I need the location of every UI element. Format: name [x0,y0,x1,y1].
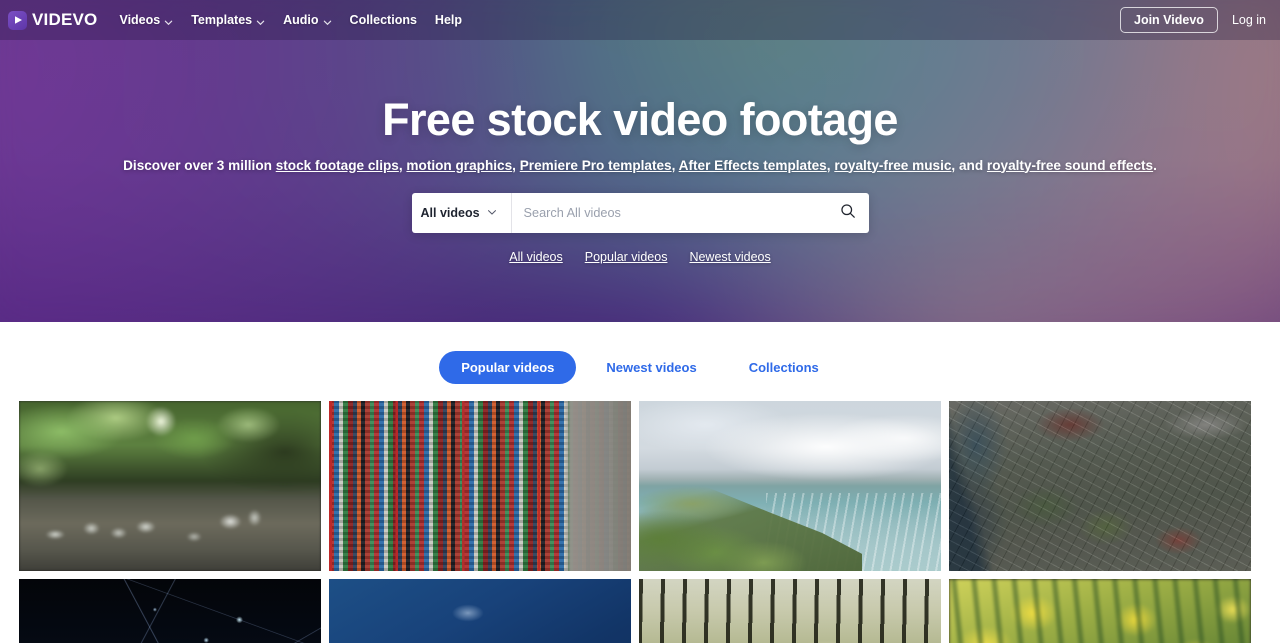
link-premiere-pro-templates[interactable]: Premiere Pro templates [520,158,672,173]
hero-section: VIDEVO Videos Templates Audio Collection… [0,0,1280,322]
video-card[interactable] [329,401,631,571]
video-card[interactable] [19,401,321,571]
link-motion-graphics[interactable]: motion graphics [406,158,512,173]
search-bar: All videos [411,192,869,233]
chevron-down-icon [323,16,332,25]
nav-item-help[interactable]: Help [435,13,462,27]
chevron-down-icon [164,16,173,25]
join-videvo-button[interactable]: Join Videvo [1120,7,1218,33]
link-royalty-free-sound-effects[interactable]: royalty-free sound effects [987,158,1153,173]
nav-item-label: Videos [119,13,161,27]
nav-item-label: Audio [283,13,319,27]
tab-collections[interactable]: Collections [727,351,841,384]
separator: , [671,157,679,173]
video-thumbnail-aerial-city-campus-by-river [949,401,1251,571]
nav-item-audio[interactable]: Audio [283,13,331,27]
period: . [1153,157,1157,173]
video-thumbnail-yellow-daffodil-flowers [949,579,1251,643]
video-thumbnail-coastal-cliffs-and-ocean [639,401,941,571]
search-category-dropdown[interactable]: All videos [412,192,512,233]
chevron-down-icon [256,16,265,25]
nav-item-label: Help [434,13,463,27]
play-triangle-icon [8,10,27,30]
nav-links: Videos Templates Audio Collections Help [119,13,462,27]
separator: , [512,157,520,173]
hero-subtitle: Discover over 3 million stock footage cl… [0,158,1280,173]
nav-item-label: Collections [349,13,417,27]
nav-item-templates[interactable]: Templates [191,13,265,27]
video-card[interactable] [19,579,321,643]
video-thumbnail-sunlight-through-forest-trees [639,579,941,643]
video-card[interactable] [949,579,1251,643]
tab-newest-videos[interactable]: Newest videos [584,351,718,384]
video-thumbnail-white-clouds-in-blue-sky [329,579,631,643]
video-thumbnail-rain-falling-on-forest-ground [19,401,321,571]
quick-link-newest-videos[interactable]: Newest videos [689,250,770,264]
chevron-down-icon [487,204,497,222]
link-after-effects-templates[interactable]: After Effects templates [679,158,827,173]
video-card[interactable] [639,401,941,571]
search-icon [840,203,856,222]
video-thumbnail-aerial-shipping-container-yard [329,401,631,571]
search-submit-button[interactable] [827,193,869,233]
quick-link-popular-videos[interactable]: Popular videos [585,250,668,264]
link-stock-footage-clips[interactable]: stock footage clips [276,158,399,173]
hero-quick-links: All videos Popular videos Newest videos [0,250,1280,264]
hero-content: Free stock video footage Discover over 3… [0,40,1280,264]
top-navbar: VIDEVO Videos Templates Audio Collection… [0,0,1280,40]
video-thumbnail-futuristic-hud-tech-circle [19,579,321,643]
nav-item-videos[interactable]: Videos [119,13,173,27]
nav-item-collections[interactable]: Collections [350,13,417,27]
page-title: Free stock video footage [382,94,898,145]
search-input[interactable] [511,192,827,233]
tab-popular-videos[interactable]: Popular videos [439,351,577,384]
link-royalty-free-music[interactable]: royalty-free music [834,158,951,173]
brand-name: VIDEVO [32,10,98,29]
brand-logo[interactable]: VIDEVO [8,10,97,30]
video-card[interactable] [949,401,1251,571]
content-tabs: Popular videos Newest videos Collections [0,322,1280,401]
login-link[interactable]: Log in [1232,13,1266,27]
separator: , and [951,157,987,173]
video-card[interactable] [639,579,941,643]
video-card[interactable] [329,579,631,643]
nav-item-label: Templates [191,13,253,27]
video-grid [0,401,1280,643]
hero-subtitle-prefix: Discover over 3 million [123,157,276,173]
search-category-label: All videos [420,205,480,220]
quick-link-all-videos[interactable]: All videos [509,250,563,264]
nav-right-actions: Join Videvo Log in [1120,7,1266,33]
